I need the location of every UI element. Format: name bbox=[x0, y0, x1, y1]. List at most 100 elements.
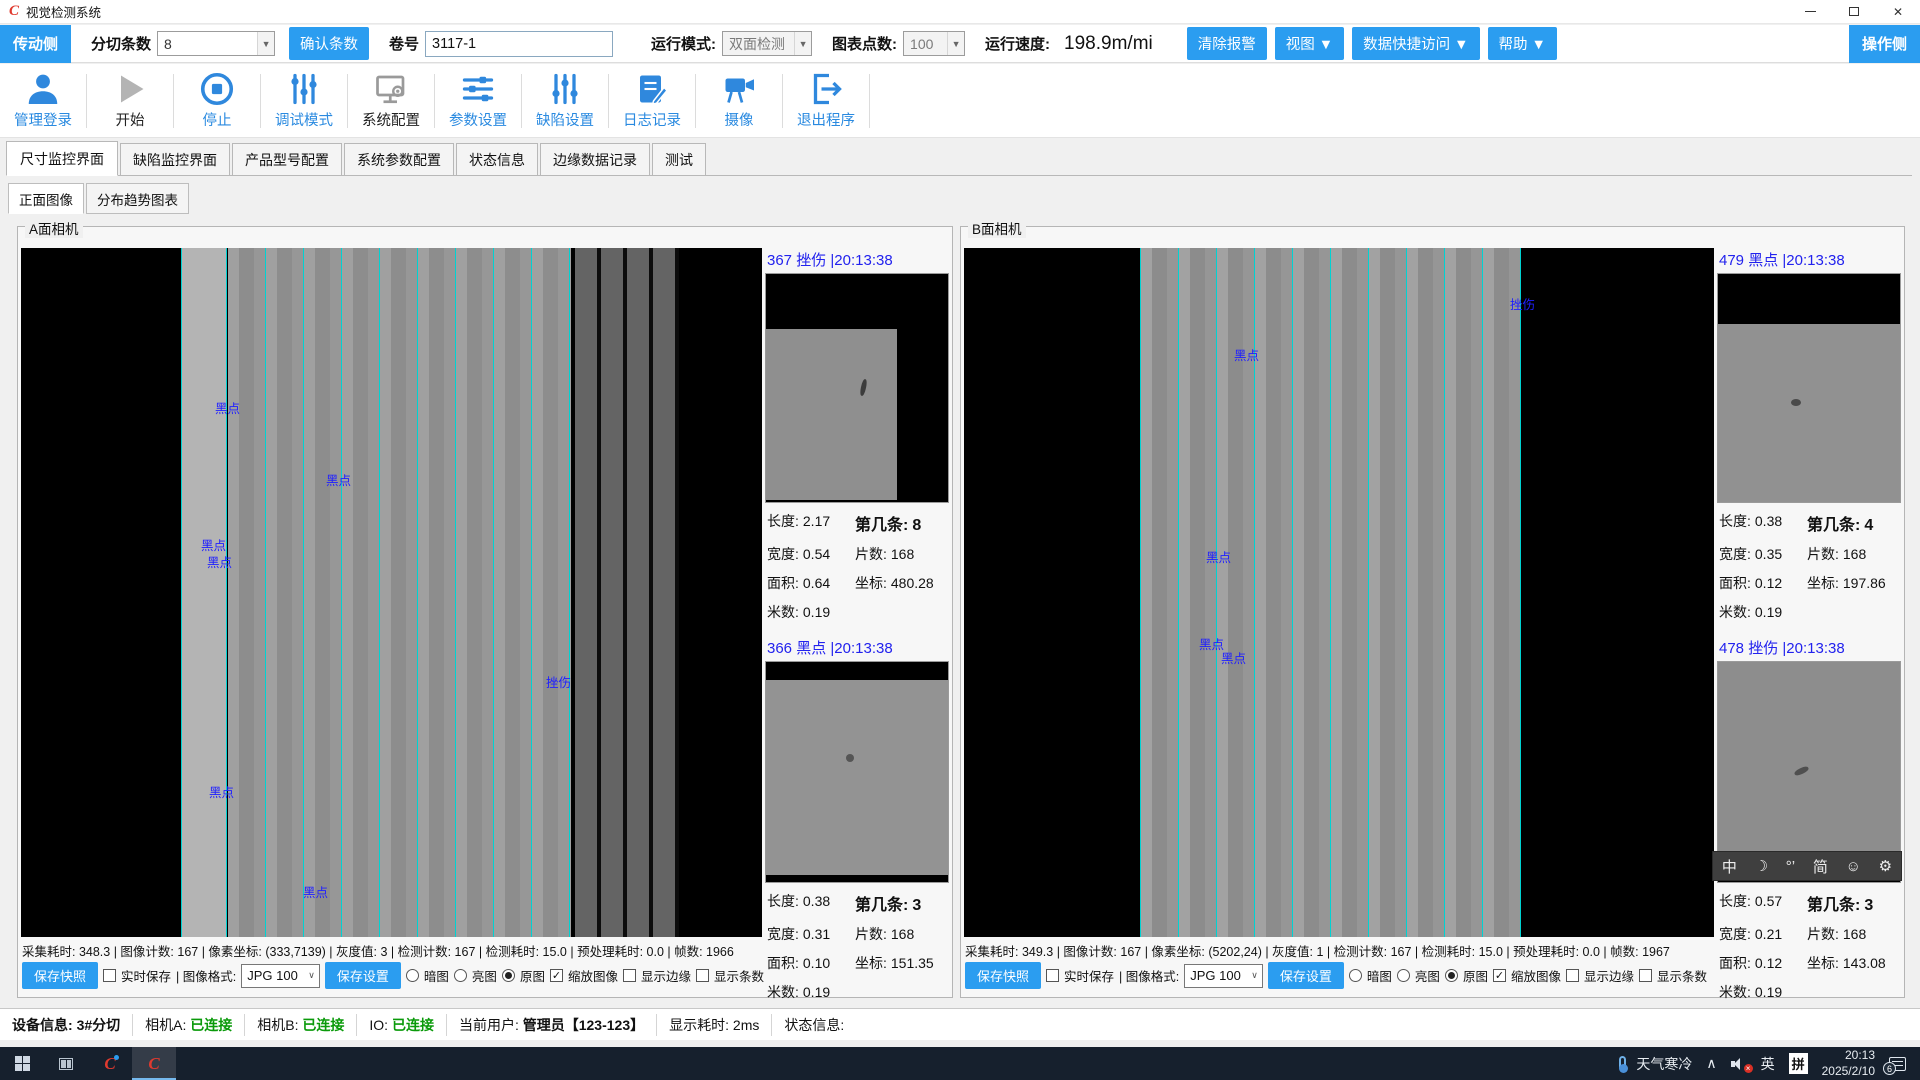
start-button[interactable]: 开始 bbox=[87, 68, 173, 134]
bright-image-radio[interactable] bbox=[454, 969, 467, 982]
zoom-image-checkbox[interactable]: ✓ bbox=[1493, 969, 1506, 982]
data-quick-access-button[interactable]: 数据快捷访问 ▼ bbox=[1352, 27, 1479, 60]
run-mode-label: 运行模式: bbox=[651, 33, 716, 54]
tab-edge-data-record[interactable]: 边缘数据记录 bbox=[540, 143, 650, 175]
tray-overflow-button[interactable]: ∧ bbox=[1699, 1055, 1723, 1072]
camera-b-connection-status: 已连接 bbox=[302, 1017, 344, 1033]
defect-card: 366 黑点 |20:13:38 长度:0.38 第几条:3 宽度:0.31 片… bbox=[765, 636, 951, 1002]
ime-simplified-toggle[interactable]: 简 bbox=[1811, 856, 1830, 877]
debug-mode-button[interactable]: 调试模式 bbox=[261, 68, 347, 134]
slit-count-select[interactable]: 8▼ bbox=[157, 31, 275, 56]
minimize-button[interactable] bbox=[1788, 0, 1832, 23]
volume-button[interactable]: × bbox=[1724, 1058, 1754, 1070]
chevron-down-icon: ∨ bbox=[308, 970, 319, 981]
display-time: 2ms bbox=[733, 1017, 759, 1033]
play-icon bbox=[111, 71, 149, 107]
defect-mark: 挫伤 bbox=[1510, 294, 1535, 313]
sliders-vertical-icon bbox=[546, 71, 584, 107]
defect-settings-button[interactable]: 缺陷设置 bbox=[522, 68, 608, 134]
start-button[interactable] bbox=[0, 1047, 44, 1080]
original-image-radio[interactable] bbox=[1445, 969, 1458, 982]
app-logo-icon: C bbox=[9, 3, 19, 20]
defect-mark: 黑点 bbox=[1221, 648, 1246, 667]
title-bar: C 视觉检测系统 ✕ bbox=[0, 0, 1920, 24]
maximize-button[interactable] bbox=[1832, 0, 1876, 23]
view-menu-button[interactable]: 视图 ▼ bbox=[1275, 27, 1344, 60]
subtab-front-image[interactable]: 正面图像 bbox=[8, 183, 84, 214]
operator-side-button[interactable]: 操作侧 bbox=[1849, 25, 1920, 63]
ime-moon-icon[interactable]: ☽ bbox=[1753, 857, 1770, 875]
sliders-vertical-icon bbox=[285, 71, 323, 107]
defect-snapshot bbox=[1717, 273, 1901, 503]
admin-login-button[interactable]: 管理登录 bbox=[0, 68, 86, 134]
taskbar-app-1[interactable]: C bbox=[88, 1047, 132, 1080]
notification-dot bbox=[114, 1055, 119, 1060]
tab-size-monitor[interactable]: 尺寸监控界面 bbox=[6, 141, 118, 176]
chart-points-label: 图表点数: bbox=[832, 33, 897, 54]
show-count-checkbox[interactable] bbox=[1639, 969, 1652, 982]
ime-emoji-button[interactable]: ☺ bbox=[1844, 858, 1863, 875]
save-settings-button[interactable]: 保存设置 bbox=[325, 962, 401, 989]
tab-test[interactable]: 测试 bbox=[652, 143, 706, 175]
task-view-button[interactable] bbox=[44, 1047, 88, 1080]
help-menu-button[interactable]: 帮助 ▼ bbox=[1488, 27, 1557, 60]
run-mode-select[interactable]: 双面检测▼ bbox=[722, 31, 812, 56]
app-logo-icon: C bbox=[148, 1054, 159, 1074]
speaker-muted-icon: × bbox=[1731, 1058, 1747, 1070]
bright-image-radio[interactable] bbox=[1397, 969, 1410, 982]
notification-icon: 6 bbox=[1889, 1057, 1906, 1071]
defect-snapshot bbox=[765, 273, 949, 503]
image-format-select[interactable]: JPG 100∨ bbox=[241, 964, 320, 988]
windows-taskbar: C C 天气寒冷 ∧ × 英 拼 20:132025/2/10 6 bbox=[0, 1047, 1920, 1080]
log-record-button[interactable]: 日志记录 bbox=[609, 68, 695, 134]
defect-mark: 黑点 bbox=[326, 470, 351, 489]
show-edge-checkbox[interactable] bbox=[623, 969, 636, 982]
system-config-button[interactable]: 系统配置 bbox=[348, 68, 434, 134]
dark-image-radio[interactable] bbox=[1349, 969, 1362, 982]
image-format-select[interactable]: JPG 100∨ bbox=[1184, 964, 1263, 988]
subtab-trend-chart[interactable]: 分布趋势图表 bbox=[86, 183, 189, 214]
camera-a-controls: 保存快照 实时保存 | 图像格式: JPG 100∨ 保存设置 暗图 亮图 原图… bbox=[22, 962, 764, 989]
show-edge-checkbox[interactable] bbox=[1566, 969, 1579, 982]
tab-system-param-config[interactable]: 系统参数配置 bbox=[344, 143, 454, 175]
chevron-down-icon: ∨ bbox=[1251, 970, 1262, 981]
chart-points-select[interactable]: 100▼ bbox=[903, 31, 965, 56]
roll-number-input[interactable]: 3117-1 bbox=[425, 31, 613, 57]
record-video-button[interactable]: 摄像 bbox=[696, 68, 782, 134]
save-snapshot-button[interactable]: 保存快照 bbox=[22, 962, 98, 989]
close-button[interactable]: ✕ bbox=[1876, 0, 1920, 23]
icon-toolbar: 管理登录 开始 停止 调试模式 系统配置 参数设置 缺陷设置 bbox=[0, 64, 1920, 138]
taskbar-app-2-active[interactable]: C bbox=[132, 1047, 176, 1080]
save-settings-button[interactable]: 保存设置 bbox=[1268, 962, 1344, 989]
clear-alarm-button[interactable]: 清除报警 bbox=[1187, 27, 1267, 60]
tab-defect-monitor[interactable]: 缺陷监控界面 bbox=[120, 143, 230, 175]
param-settings-button[interactable]: 参数设置 bbox=[435, 68, 521, 134]
camera-a-image[interactable]: 黑点 黑点 黑点 黑点 挫伤 黑点 黑点 bbox=[21, 248, 762, 937]
ime-language-indicator[interactable]: 英 bbox=[1754, 1054, 1782, 1074]
ime-settings-gear-icon[interactable]: ⚙ bbox=[1877, 857, 1894, 875]
realtime-save-checkbox[interactable] bbox=[103, 969, 116, 982]
realtime-save-checkbox[interactable] bbox=[1046, 969, 1059, 982]
show-count-checkbox[interactable] bbox=[696, 969, 709, 982]
defect-header: 478 挫伤 |20:13:38 bbox=[1717, 636, 1903, 661]
camera-b-image[interactable]: 黑点 挫伤 黑点 黑点 黑点 bbox=[964, 248, 1714, 937]
weather-widget[interactable]: 天气寒冷 bbox=[1612, 1054, 1699, 1074]
dark-image-radio[interactable] bbox=[406, 969, 419, 982]
drive-side-button[interactable]: 传动侧 bbox=[0, 25, 71, 63]
exit-program-button[interactable]: 退出程序 bbox=[783, 68, 869, 134]
tab-status-info[interactable]: 状态信息 bbox=[456, 143, 538, 175]
stop-button[interactable]: 停止 bbox=[174, 68, 260, 134]
confirm-count-button[interactable]: 确认条数 bbox=[289, 27, 369, 60]
save-snapshot-button[interactable]: 保存快照 bbox=[965, 962, 1041, 989]
original-image-radio[interactable] bbox=[502, 969, 515, 982]
defect-mark: 挫伤 bbox=[546, 672, 571, 691]
tab-product-model-config[interactable]: 产品型号配置 bbox=[232, 143, 342, 175]
zoom-image-checkbox[interactable]: ✓ bbox=[550, 969, 563, 982]
ime-pinyin-indicator[interactable]: 拼 bbox=[1782, 1053, 1815, 1074]
ime-language-toggle[interactable]: 中 bbox=[1720, 856, 1739, 877]
action-center-button[interactable]: 6 bbox=[1882, 1057, 1920, 1071]
defect-mark: 黑点 bbox=[1234, 345, 1259, 364]
ime-punctuation-toggle[interactable]: °’ bbox=[1784, 858, 1797, 875]
taskbar-clock[interactable]: 20:132025/2/10 bbox=[1815, 1048, 1882, 1079]
device-name: 3#分切 bbox=[77, 1017, 121, 1033]
